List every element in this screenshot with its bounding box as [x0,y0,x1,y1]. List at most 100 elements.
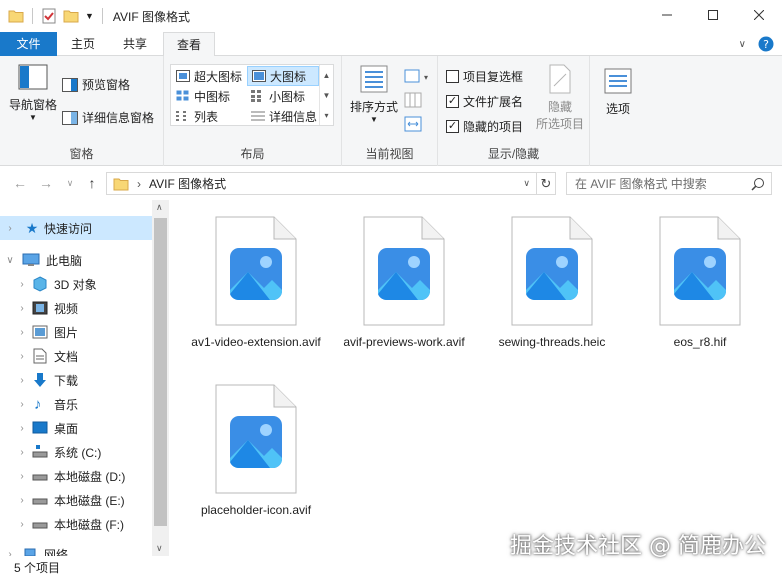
download-icon [34,373,46,387]
address-bar[interactable]: › AVIF 图像格式 ∨ ↻ [106,172,556,195]
hidden-items-toggle[interactable]: ✓ 隐藏的项目 [446,118,523,135]
refresh-icon[interactable]: ↻ [537,176,555,192]
options-button[interactable]: 选项 [598,68,638,117]
sort-by-button[interactable]: 排序方式 ▼ [348,64,400,124]
layout-extra-large-icons[interactable]: 超大图标 [172,66,246,86]
preview-pane-button[interactable]: 预览窗格 [62,76,130,93]
collapse-chevron-icon[interactable]: ∨ [4,255,16,266]
scroll-down-icon[interactable]: ∨ [156,543,163,554]
file-item[interactable]: eos_r8.hif [630,216,770,350]
file-item[interactable]: sewing-threads.heic [482,216,622,350]
layout-gallery-scroller[interactable]: ▲ ▼ ▾ [319,65,333,125]
tab-file[interactable]: 文件 [0,32,57,56]
expand-chevron-icon[interactable]: › [16,471,28,482]
preview-pane-label: 预览窗格 [82,78,131,92]
expand-chevron-icon[interactable]: › [16,351,28,362]
scroll-up-icon[interactable]: ∧ [156,202,163,213]
breadcrumb-current[interactable]: AVIF 图像格式 [149,175,226,192]
picture-icon [32,325,48,339]
tab-home[interactable]: 主页 [60,32,106,56]
expand-chevron-icon[interactable]: › [16,375,28,386]
properties-icon[interactable] [41,8,57,24]
hidden-items-checkbox[interactable]: ✓ [446,120,459,133]
layout-small-label: 小图标 [269,89,306,104]
nav-item-drive-c[interactable]: › 系统 (C:) [0,440,152,464]
ribbon-tab-controls: ∨ ? [739,36,774,52]
recent-locations-button[interactable]: ∨ [62,175,78,191]
nav-pane-scrollbar[interactable]: ∧ ∨ [152,200,169,556]
add-columns-icon[interactable] [404,92,422,108]
forward-button[interactable]: → [38,175,54,191]
expand-chevron-icon[interactable]: › [4,549,16,557]
file-item[interactable]: avif-previews-work.avif [334,216,474,350]
back-button[interactable]: ← [12,175,28,191]
nav-item-downloads[interactable]: › 下载 [0,368,152,392]
expand-chevron-icon[interactable]: › [16,303,28,314]
search-box[interactable]: 在 AVIF 图像格式 中搜索 [566,172,772,195]
breadcrumb-chevron-icon[interactable]: › [137,177,141,191]
group-by-icon[interactable]: ▾ [404,68,428,84]
file-item[interactable]: placeholder-icon.avif [186,384,326,518]
scroll-down-icon[interactable]: ▼ [323,91,331,100]
nav-item-drive-e[interactable]: › 本地磁盘 (E:) [0,488,152,512]
expand-chevron-icon[interactable]: › [16,423,28,434]
layout-medium-icons[interactable]: 中图标 [172,86,246,106]
layout-small-icons[interactable]: 小图标 [247,86,319,106]
nav-item-pictures[interactable]: › 图片 [0,320,152,344]
nav-item-documents[interactable]: › 文档 [0,344,152,368]
nav-item-music[interactable]: › ♪ 音乐 [0,392,152,416]
size-columns-icon[interactable] [404,116,422,132]
nav-item-network[interactable]: › 网络 [0,542,152,556]
help-icon[interactable]: ? [758,36,774,52]
expand-chevron-icon[interactable]: › [16,327,28,338]
scrollbar-thumb[interactable] [154,218,167,526]
expand-gallery-icon[interactable]: ▾ [324,111,328,120]
file-extensions-checkbox[interactable]: ✓ [446,95,459,108]
item-checkboxes-toggle[interactable]: 项目复选框 [446,68,523,85]
details-pane-button[interactable]: 详细信息窗格 [62,109,154,126]
layout-list[interactable]: 列表 [172,106,246,126]
file-item[interactable]: av1-video-extension.avif [186,216,326,350]
expand-chevron-icon[interactable]: › [16,399,28,410]
expand-chevron-icon[interactable]: › [16,279,28,290]
customize-toolbar-icon[interactable]: ▼ [85,11,94,21]
layout-details[interactable]: 详细信息 [247,106,319,126]
nav-item-this-pc[interactable]: ∨ 此电脑 [0,248,152,272]
expand-chevron-icon[interactable]: › [16,447,28,458]
nav-item-desktop[interactable]: › 桌面 [0,416,152,440]
cube-icon [33,276,47,292]
layout-large-icons[interactable]: 大图标 [247,66,319,86]
new-folder-icon[interactable] [63,9,79,23]
address-dropdown-icon[interactable]: ∨ [523,178,530,189]
nav-item-label: 快速访问 [44,221,93,236]
nav-item-3d-objects[interactable]: › 3D 对象 [0,272,152,296]
chevron-down-icon: ∨ [66,177,74,188]
minimize-button[interactable] [644,0,690,30]
nav-item-quick-access[interactable]: › ★ 快速访问 [0,216,152,240]
item-checkboxes-checkbox[interactable] [446,70,459,83]
nav-pane-button[interactable]: 导航窗格 ▼ [6,64,60,122]
tab-share[interactable]: 共享 [112,32,158,56]
tab-view[interactable]: 查看 [163,32,215,57]
svg-text:▾: ▾ [424,73,428,82]
medium-icons-icon [176,90,189,101]
file-list: av1-video-extension.avif avif-previews-w… [170,200,782,556]
nav-item-label: 本地磁盘 (F:) [54,517,124,532]
image-file-icon [363,216,445,326]
system-drive-icon [32,445,48,458]
collapse-ribbon-icon[interactable]: ∨ [739,39,746,50]
maximize-button[interactable] [690,0,736,30]
close-button[interactable] [736,0,782,30]
expand-chevron-icon[interactable]: › [16,519,28,530]
nav-item-drive-f[interactable]: › 本地磁盘 (F:) [0,512,152,536]
search-input[interactable]: 在 AVIF 图像格式 中搜索 [575,175,707,192]
expand-chevron-icon[interactable]: › [4,223,16,234]
nav-item-videos[interactable]: › 视频 [0,296,152,320]
scroll-up-icon[interactable]: ▲ [323,71,331,80]
up-button[interactable]: ↑ [84,175,100,191]
file-extensions-label: 文件扩展名 [463,95,524,109]
file-extensions-toggle[interactable]: ✓ 文件扩展名 [446,93,523,110]
hide-selected-button[interactable]: 隐藏 所选项目 [532,64,588,132]
expand-chevron-icon[interactable]: › [16,495,28,506]
nav-item-drive-d[interactable]: › 本地磁盘 (D:) [0,464,152,488]
